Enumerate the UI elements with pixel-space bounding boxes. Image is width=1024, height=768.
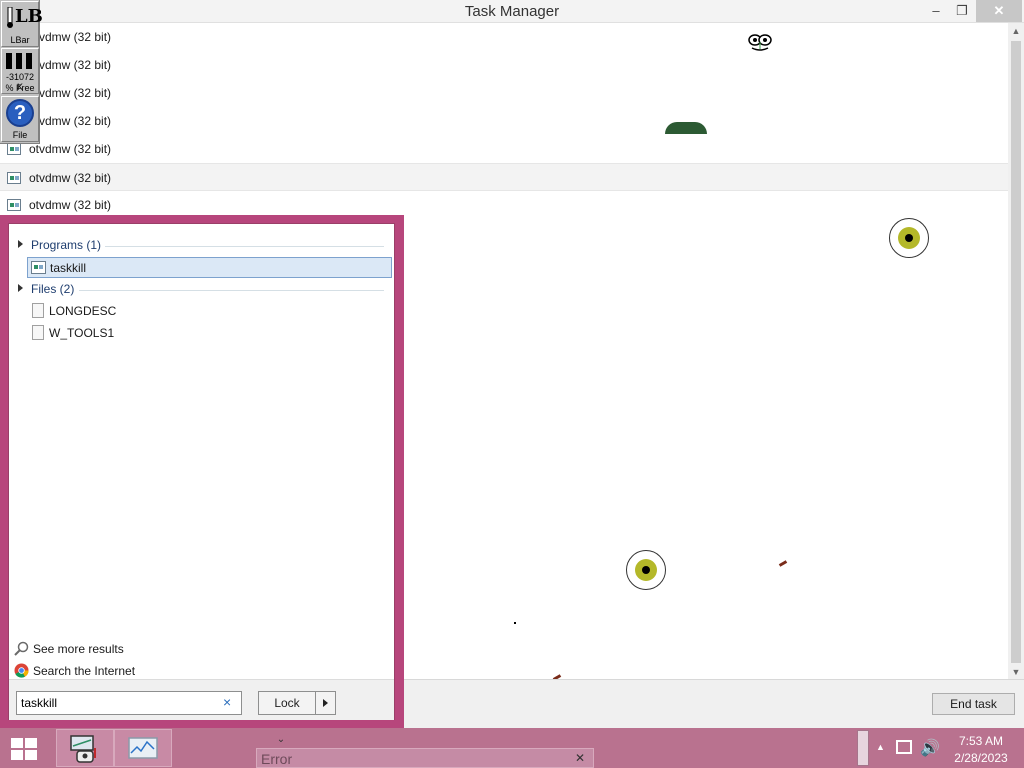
see-more-label: See more results xyxy=(33,642,124,656)
taskbar: ⌄ Error ✕ ▲ 🔊 7:53 AM 2/28/2023 xyxy=(0,728,1024,768)
process-name: otvdmw (32 bit) xyxy=(29,171,112,185)
search-query: taskkill xyxy=(21,696,58,710)
end-task-button[interactable]: End task xyxy=(932,693,1015,715)
magnifier-icon xyxy=(14,641,29,656)
process-row[interactable]: otvdmw (32 bit) xyxy=(0,135,1008,163)
group-header-programs[interactable]: Programs (1) xyxy=(9,236,394,256)
group-divider xyxy=(79,290,384,291)
start-search-panel: Programs (1) taskkill Files (2) LONGDESC… xyxy=(0,215,404,728)
litebar-toolbar: LB LBar -31072 K % Free ? File xyxy=(0,0,43,144)
process-row[interactable]: otvdmw (32 bit) xyxy=(0,23,1008,51)
windows-logo-pane xyxy=(11,750,23,760)
taskbar-scrollbar[interactable] xyxy=(857,730,869,766)
process-name: otvdmw (32 bit) xyxy=(29,142,112,156)
process-list: otvdmw (32 bit) otvdmw (32 bit) otvdmw (… xyxy=(0,23,1008,223)
taskbar-performance-monitor[interactable] xyxy=(114,729,172,767)
result-label: taskkill xyxy=(50,261,87,275)
memory-label: % Free xyxy=(5,83,35,93)
target-icon[interactable] xyxy=(626,550,666,590)
thermometer-icon xyxy=(7,7,13,28)
windows-start-icon[interactable] xyxy=(6,734,42,762)
result-label: LONGDESC xyxy=(49,304,117,318)
scroll-down-arrow-icon[interactable]: ▼ xyxy=(1008,664,1024,680)
process-name: otvdmw (32 bit) xyxy=(29,86,112,100)
minimize-button[interactable]: – xyxy=(922,0,950,22)
close-icon[interactable]: ✕ xyxy=(575,751,585,765)
taskbar-task-manager[interactable] xyxy=(56,729,114,767)
scrollbar-thumb[interactable] xyxy=(1011,41,1021,663)
volume-icon[interactable]: 🔊 xyxy=(920,738,940,758)
chrome-icon xyxy=(14,663,29,678)
mound-sprite-icon xyxy=(665,122,707,134)
file-icon xyxy=(32,325,44,340)
group-label: Files (2) xyxy=(31,282,75,296)
litebar-logo-label: LBar xyxy=(10,35,30,45)
process-row[interactable]: otvdmw (32 bit) xyxy=(0,79,1008,107)
memory-bar-icon xyxy=(6,53,12,69)
maximize-button[interactable]: ❐ xyxy=(948,0,976,22)
result-item-taskkill[interactable]: taskkill xyxy=(27,257,392,278)
app-window-icon xyxy=(31,261,46,274)
target-center xyxy=(642,566,650,574)
task-manager-icon xyxy=(70,735,96,763)
show-hidden-icons-arrow-icon[interactable]: ▲ xyxy=(876,742,885,752)
windows-logo-pane xyxy=(11,738,23,748)
process-row[interactable]: otvdmw (32 bit) xyxy=(0,51,1008,79)
title-bar: Task Manager – ❐ ✕ xyxy=(0,0,1024,23)
group-header-files[interactable]: Files (2) xyxy=(9,280,394,300)
memory-bar-icon xyxy=(16,53,22,69)
face-sprite-icon xyxy=(748,34,772,51)
lock-button[interactable]: Lock xyxy=(258,691,316,715)
performance-monitor-icon xyxy=(128,737,158,759)
bug-sprite-icon xyxy=(778,560,788,567)
clock-date[interactable]: 2/28/2023 xyxy=(950,751,1012,765)
memory-bar-icon xyxy=(26,53,32,69)
search-internet-label: Search the Internet xyxy=(33,664,136,678)
windows-logo-pane xyxy=(25,750,37,760)
windows-logo-pane xyxy=(25,738,37,748)
file-icon xyxy=(32,303,44,318)
app-window-icon xyxy=(7,143,21,155)
vertical-scrollbar[interactable]: ▲ ▼ xyxy=(1008,23,1024,680)
process-row[interactable]: otvdmw (32 bit) xyxy=(0,107,1008,135)
process-name: otvdmw (32 bit) xyxy=(29,114,112,128)
close-button[interactable]: ✕ xyxy=(976,0,1022,22)
process-row-selected[interactable]: otvdmw (32 bit) xyxy=(0,163,1008,191)
network-icon[interactable] xyxy=(896,740,912,754)
dot-sprite-icon xyxy=(514,622,516,624)
search-bottom-bar: taskkill × Lock xyxy=(9,679,394,720)
clock-time[interactable]: 7:53 AM xyxy=(950,734,1012,748)
expand-arrow-icon xyxy=(18,240,23,248)
litebar-logo-button[interactable]: LB LBar xyxy=(1,1,43,47)
group-label: Programs (1) xyxy=(31,238,102,252)
memory-monitor[interactable]: -31072 K % Free xyxy=(1,48,39,94)
process-name: otvdmw (32 bit) xyxy=(29,30,112,44)
result-label: W_TOOLS1 xyxy=(49,326,115,340)
file-label: File xyxy=(12,130,28,140)
process-name: otvdmw (32 bit) xyxy=(29,198,112,212)
scroll-up-arrow-icon[interactable]: ▲ xyxy=(1008,23,1024,39)
litebar-logo: LB xyxy=(15,6,43,27)
error-window-fragment[interactable]: Error ✕ xyxy=(256,748,594,768)
help-icon: ? xyxy=(6,99,34,127)
search-results-pane: Programs (1) taskkill Files (2) LONGDESC… xyxy=(8,223,395,720)
app-window-icon xyxy=(7,172,21,184)
error-window-title: Error xyxy=(261,751,293,767)
expand-arrow-icon xyxy=(18,284,23,292)
clear-icon[interactable]: × xyxy=(223,694,231,710)
result-item-longdesc[interactable]: LONGDESC xyxy=(27,301,392,322)
litebar-file-button[interactable]: ? File xyxy=(1,96,39,142)
window-title: Task Manager xyxy=(464,3,560,20)
power-options-arrow-icon[interactable] xyxy=(315,691,336,715)
group-divider xyxy=(105,246,384,247)
target-center xyxy=(905,234,913,242)
process-name: otvdmw (32 bit) xyxy=(29,58,112,72)
search-input[interactable]: taskkill × xyxy=(16,691,242,715)
result-item-w-tools1[interactable]: W_TOOLS1 xyxy=(27,323,392,344)
app-window-icon xyxy=(7,199,21,211)
target-icon[interactable] xyxy=(889,218,929,258)
